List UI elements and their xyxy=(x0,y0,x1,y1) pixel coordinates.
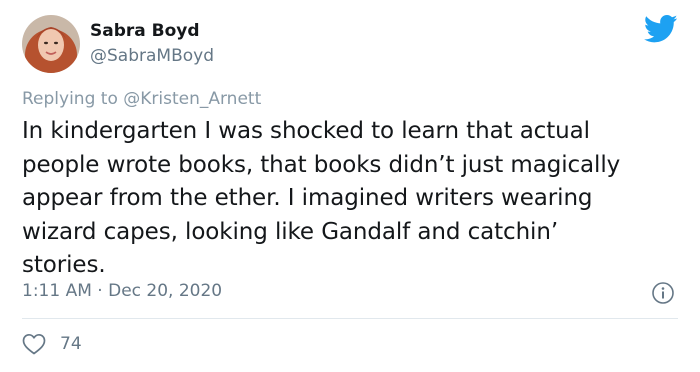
tweet-date: Dec 20, 2020 xyxy=(108,281,223,301)
reply-prefix: Replying to xyxy=(22,89,118,109)
author-name[interactable]: Sabra Boyd xyxy=(90,21,200,41)
tweet-text-line: wizard capes, looking like Gandalf and c… xyxy=(22,218,559,245)
tweet-text: In kindergarten I was shocked to learn t… xyxy=(22,115,687,283)
avatar[interactable] xyxy=(22,15,80,73)
tweet-timestamp[interactable]: 1:11 AM · Dec 20, 2020 xyxy=(22,281,222,301)
reply-context: Replying to @Kristen_Arnett xyxy=(22,89,261,109)
tweet-text-line: appear from the ether. I imagined writer… xyxy=(22,185,593,211)
author-handle[interactable]: @SabraMBoyd xyxy=(90,46,214,66)
reply-handle-link[interactable]: @Kristen_Arnett xyxy=(123,89,261,109)
tweet-text-line: people wrote books, that books didn’t ju… xyxy=(22,151,621,178)
tweet-time: 1:11 AM xyxy=(22,281,92,301)
meta-separator: · xyxy=(97,281,103,301)
twitter-bird-icon[interactable] xyxy=(644,14,678,44)
info-icon[interactable] xyxy=(651,281,675,305)
like-count: 74 xyxy=(60,334,82,354)
heart-icon xyxy=(22,333,46,355)
tweet-text-line: stories. xyxy=(22,252,106,278)
divider xyxy=(22,318,678,319)
tweet-card: Sabra Boyd @SabraMBoyd Replying to @Kris… xyxy=(0,0,700,372)
like-button[interactable]: 74 xyxy=(22,331,82,357)
tweet-text-line: In kindergarten I was shocked to learn t… xyxy=(22,118,590,144)
